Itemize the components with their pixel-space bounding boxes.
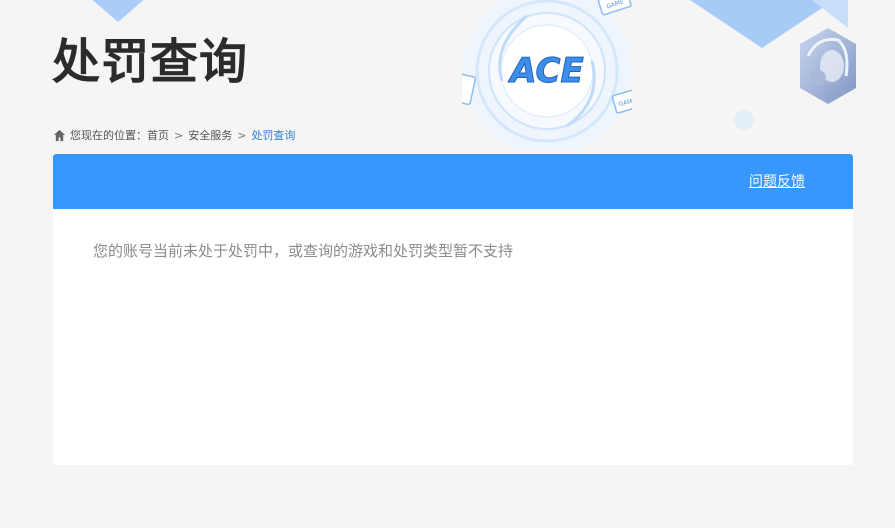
breadcrumb-item-security-services[interactable]: 安全服务 xyxy=(188,127,232,143)
home-icon xyxy=(53,129,66,141)
breadcrumb-current: 处罚查询 xyxy=(251,129,296,142)
status-message: 您的账号当前未处于处罚中，或查询的游戏和处罚类型暂不支持 xyxy=(93,242,514,260)
result-panel: 问题反馈 您的账号当前未处于处罚中，或查询的游戏和处罚类型暂不支持 xyxy=(53,154,853,465)
breadcrumb-prefix: 您现在的位置： xyxy=(70,129,147,142)
ace-logo-icon: ACE GAME GAME xyxy=(462,0,632,150)
decor-triangle xyxy=(88,0,148,22)
breadcrumb-separator: > xyxy=(174,128,184,142)
page-title: 处罚查询 xyxy=(52,34,249,90)
feedback-link[interactable]: 问题反馈 xyxy=(749,173,805,191)
breadcrumb-separator: > xyxy=(237,128,247,142)
decor-dot xyxy=(734,110,754,130)
character-avatar-icon xyxy=(800,28,856,104)
breadcrumb-item-home[interactable]: 首页 xyxy=(147,127,169,143)
breadcrumb: 您现在的位置： 首页 > 安全服务 > 处罚查询 xyxy=(53,126,295,144)
panel-body: 您的账号当前未处于处罚中，或查询的游戏和处罚类型暂不支持 xyxy=(53,209,853,293)
panel-header: 问题反馈 xyxy=(53,154,853,209)
decor-triangle xyxy=(812,0,848,28)
ace-logo-text: ACE xyxy=(507,51,583,91)
